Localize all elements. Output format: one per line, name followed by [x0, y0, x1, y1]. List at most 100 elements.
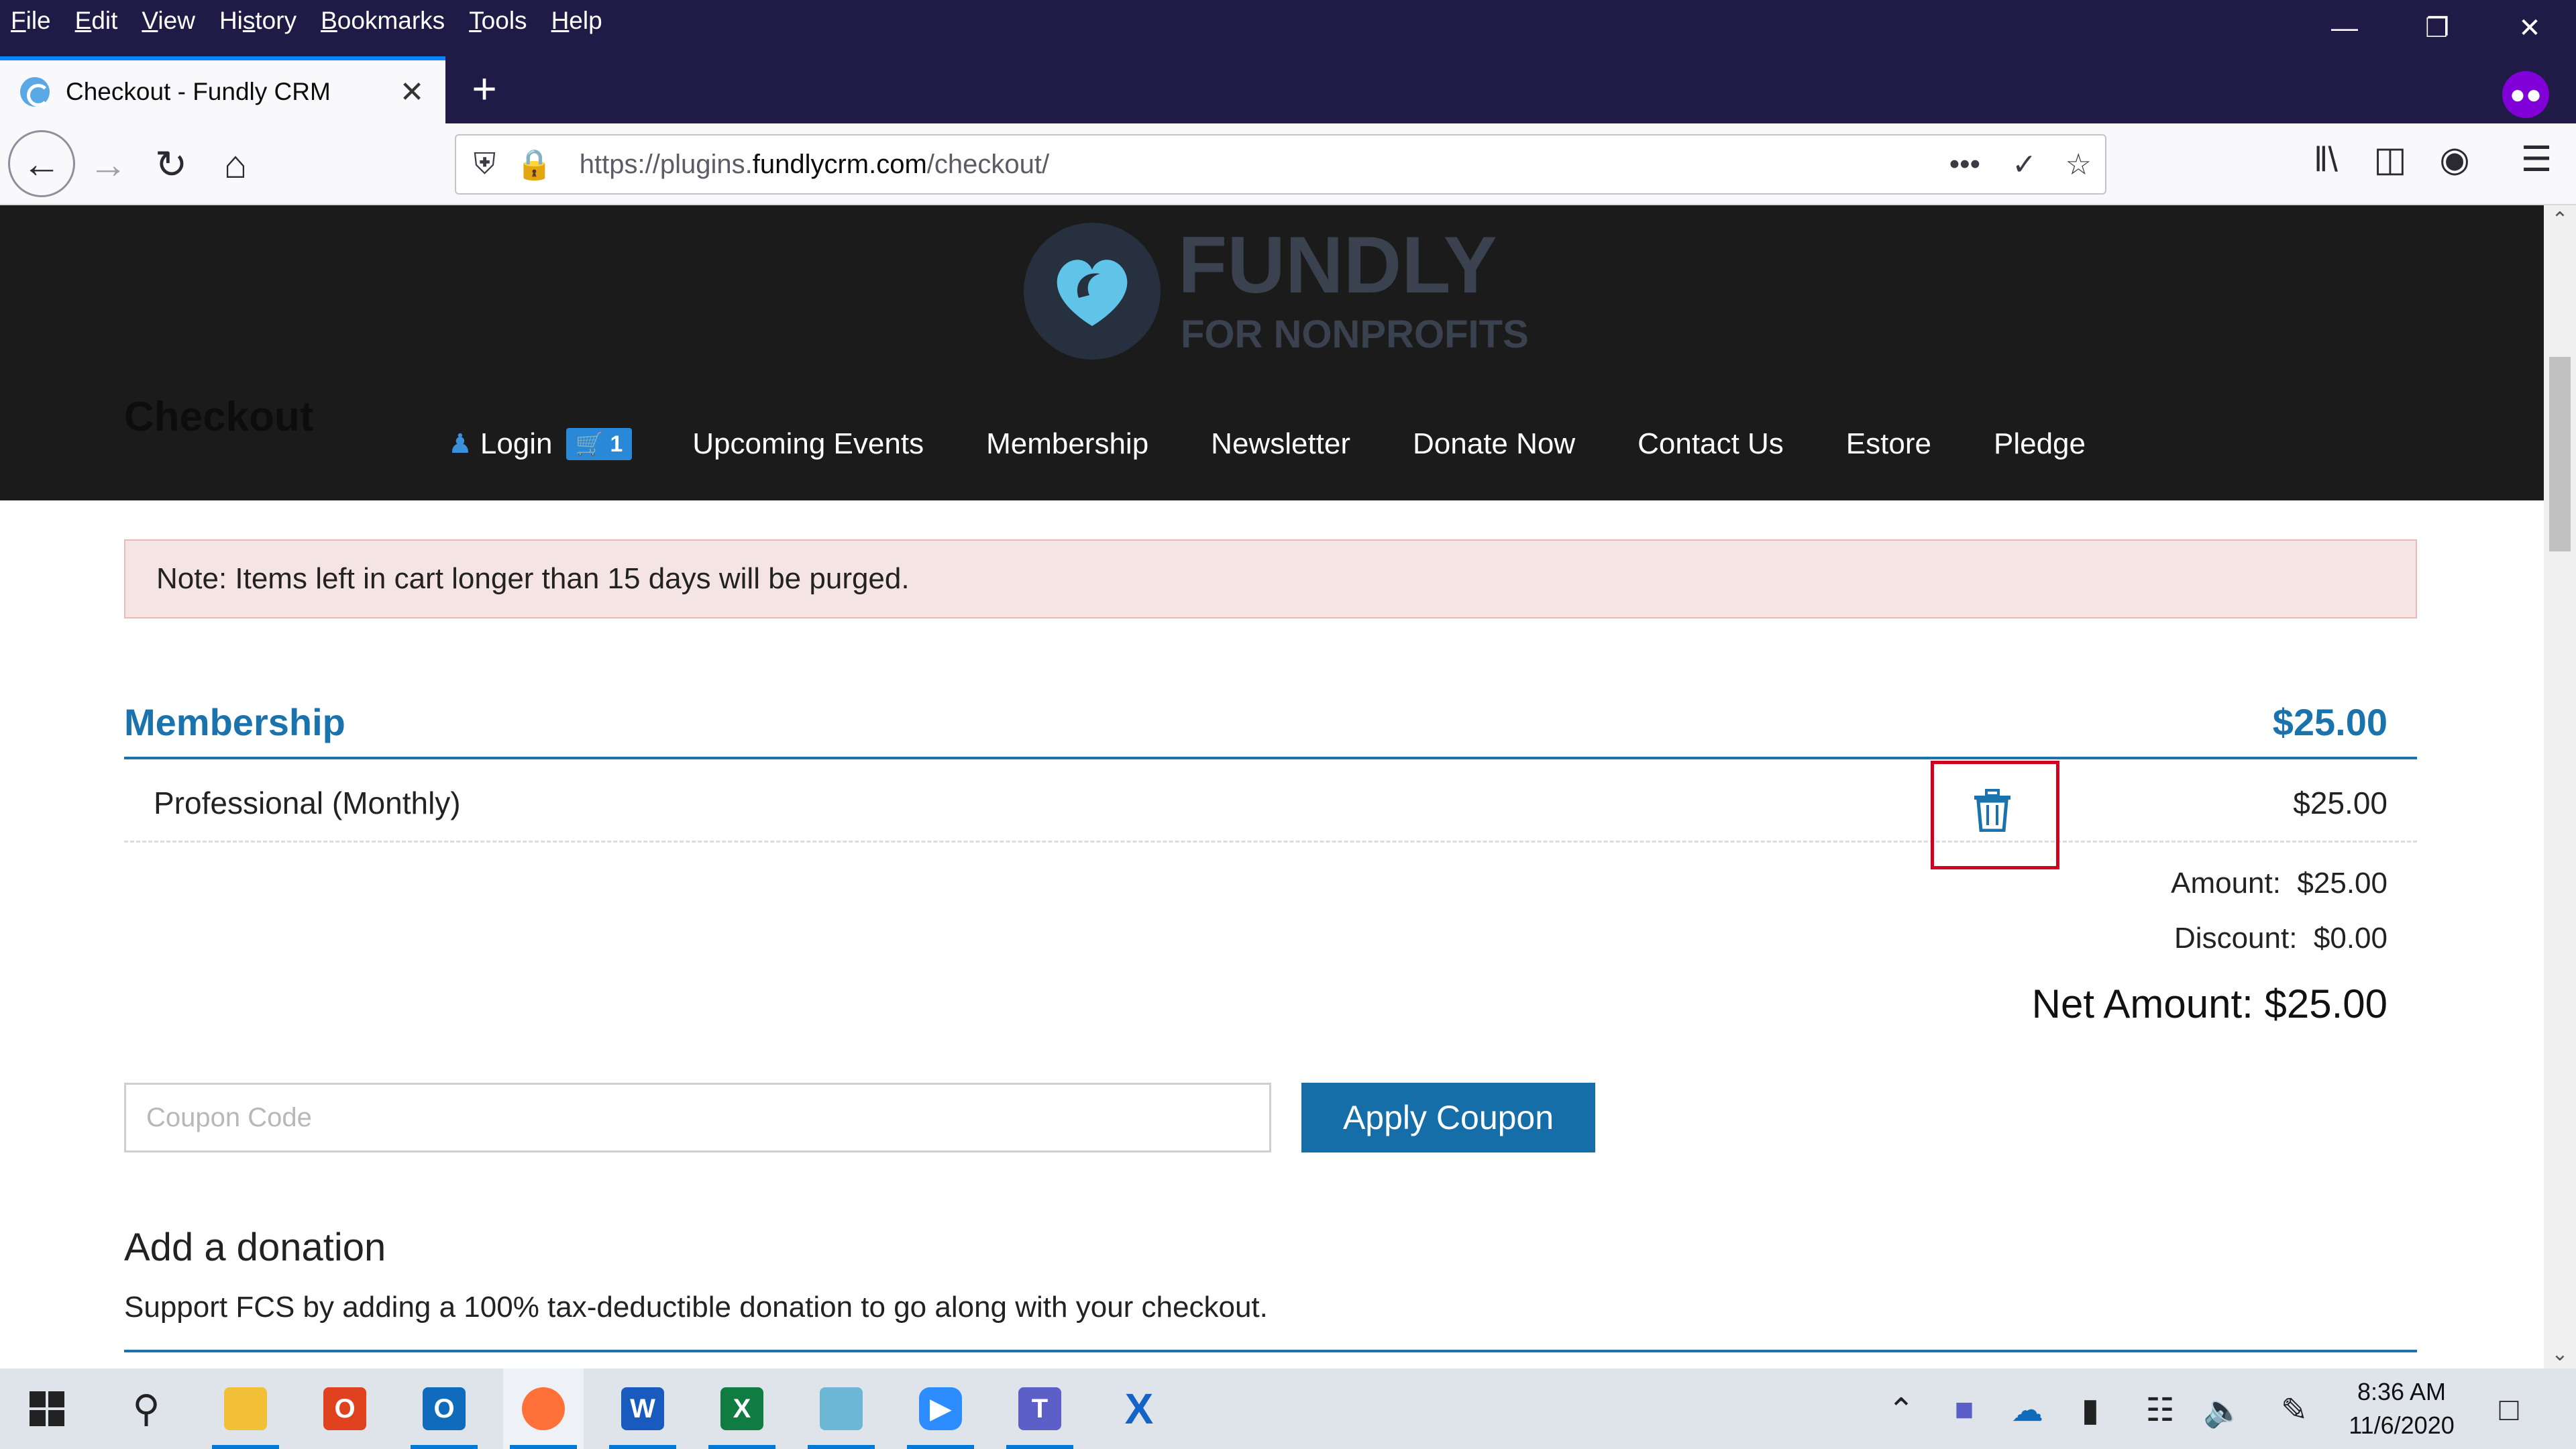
page-scrollbar[interactable]: ⌃ ⌄ — [2544, 205, 2576, 1368]
forward-button[interactable]: → — [78, 134, 138, 195]
membership-section-total: $25.00 — [2272, 701, 2387, 743]
taskbar-snip[interactable] — [801, 1368, 881, 1449]
scroll-down-icon[interactable]: ⌄ — [2544, 1342, 2576, 1366]
excel-icon: X — [720, 1387, 763, 1430]
logo-main-text: FUNDLY — [1178, 220, 1497, 310]
search-icon: ⚲ — [132, 1387, 160, 1430]
clock-date[interactable]: 11/6/2020 — [2341, 1411, 2462, 1440]
shield-icon[interactable]: ⛨ — [474, 148, 496, 181]
search-button[interactable]: ⚲ — [106, 1368, 186, 1449]
folder-icon — [224, 1387, 267, 1430]
taskbar-app-x[interactable]: X — [1099, 1368, 1179, 1449]
clock-time[interactable]: 8:36 AM — [2348, 1378, 2455, 1406]
menu-tools[interactable]: Tools — [469, 7, 527, 35]
taskbar-zoom[interactable]: ▶ — [900, 1368, 981, 1449]
section-divider — [124, 1350, 2417, 1352]
donation-title: Add a donation — [124, 1226, 386, 1269]
volume-icon[interactable]: 🔈 — [2203, 1391, 2243, 1430]
taskbar-teams[interactable]: T — [1000, 1368, 1080, 1449]
reload-button[interactable]: ↻ — [141, 134, 201, 195]
cart-count: 1 — [610, 431, 623, 457]
tab-title: Checkout - Fundly CRM — [66, 78, 331, 105]
user-icon: ♟ — [448, 429, 472, 459]
close-window-button[interactable]: ✕ — [2483, 0, 2576, 56]
teams-tray-icon[interactable]: ■ — [1944, 1391, 1984, 1428]
scroll-thumb[interactable] — [2549, 357, 2571, 551]
menu-history[interactable]: History — [219, 7, 297, 35]
site-header: FUNDLY FOR NONPROFITS Checkout ♟ Login 🛒… — [0, 205, 2544, 500]
logo-sub-text: FOR NONPROFITS — [1181, 313, 1529, 356]
restore-button[interactable]: ❐ — [2391, 0, 2483, 56]
office-icon: O — [323, 1387, 366, 1430]
menu-bar: File Edit View History Bookmarks Tools H… — [0, 0, 627, 42]
battery-icon[interactable]: ▮ — [2070, 1391, 2110, 1429]
library-icon[interactable]: ‖\ — [2302, 140, 2349, 180]
hamburger-menu-icon[interactable]: ☰ — [2513, 140, 2560, 180]
scroll-up-icon[interactable]: ⌃ — [2544, 208, 2576, 231]
start-button[interactable] — [7, 1368, 87, 1449]
url-bar[interactable]: ⛨ 🔒 https://plugins.fundlycrm.com/checko… — [455, 134, 2106, 195]
nav-newsletter[interactable]: Newsletter — [1211, 427, 1350, 461]
taskbar-word[interactable]: W — [602, 1368, 683, 1449]
page-actions-icon[interactable]: ••• — [1949, 148, 1980, 181]
trash-icon[interactable] — [1973, 789, 2012, 832]
apply-coupon-button[interactable]: Apply Coupon — [1301, 1083, 1595, 1152]
page-title: Checkout — [124, 394, 314, 440]
account-icon[interactable]: ◉ — [2431, 140, 2478, 180]
login-link[interactable]: ♟ Login 🛒 1 — [448, 427, 633, 461]
browser-titlebar: File Edit View History Bookmarks Tools H… — [0, 0, 2576, 123]
minimize-button[interactable]: — — [2298, 0, 2391, 56]
wifi-icon[interactable]: ☷ — [2140, 1391, 2180, 1429]
login-label: Login — [480, 427, 553, 460]
discount-row: Discount: $0.00 — [2174, 922, 2387, 955]
pocket-icon[interactable]: ✓ — [2012, 148, 2037, 182]
membership-section-title: Membership — [124, 701, 345, 743]
nav-estore[interactable]: Estore — [1846, 427, 1931, 461]
net-amount-value: $25.00 — [2264, 981, 2387, 1026]
cart-notice: Note: Items left in cart longer than 15 … — [124, 539, 2417, 619]
tab-strip: Checkout - Fundly CRM ✕ + ●● — [0, 56, 2576, 123]
taskbar-file-explorer[interactable] — [205, 1368, 286, 1449]
home-button[interactable]: ⌂ — [205, 134, 266, 195]
taskbar-outlook[interactable]: O — [404, 1368, 484, 1449]
taskbar-firefox[interactable] — [503, 1368, 584, 1449]
url-text[interactable]: https://plugins.fundlycrm.com/checkout/ — [580, 150, 1049, 180]
pen-icon[interactable]: ✎ — [2274, 1391, 2314, 1429]
nav-pledge[interactable]: Pledge — [1994, 427, 2086, 461]
notifications-icon[interactable]: □ — [2489, 1391, 2529, 1428]
outlook-icon: O — [423, 1387, 466, 1430]
taskbar-excel[interactable]: X — [702, 1368, 782, 1449]
zoom-icon: ▶ — [919, 1387, 962, 1430]
nav-upcoming-events[interactable]: Upcoming Events — [692, 427, 924, 461]
snipping-tool-icon — [820, 1387, 863, 1430]
x-app-icon: X — [1124, 1385, 1154, 1433]
page-viewport: FUNDLY FOR NONPROFITS Checkout ♟ Login 🛒… — [0, 205, 2544, 1368]
cart-item-price: $25.00 — [2293, 786, 2387, 820]
menu-view[interactable]: View — [142, 7, 195, 35]
cart-icon: 🛒 — [575, 431, 604, 457]
nav-contact-us[interactable]: Contact Us — [1638, 427, 1784, 461]
new-tab-button[interactable]: + — [463, 67, 506, 111]
lock-icon[interactable]: 🔒 — [516, 147, 553, 182]
cart-button[interactable]: 🛒 1 — [566, 428, 633, 460]
nav-membership[interactable]: Membership — [986, 427, 1148, 461]
menu-help[interactable]: Help — [551, 7, 602, 35]
menu-file[interactable]: File — [11, 7, 51, 35]
sidebar-icon[interactable]: ◫ — [2367, 140, 2414, 180]
onedrive-icon[interactable]: ☁ — [2007, 1391, 2047, 1429]
taskbar-office[interactable]: O — [305, 1368, 385, 1449]
discount-value: $0.00 — [2313, 922, 2387, 955]
cart-item-name: Professional (Monthly) — [154, 786, 461, 820]
nav-donate-now[interactable]: Donate Now — [1413, 427, 1575, 461]
amount-row: Amount: $25.00 — [2171, 867, 2387, 900]
bookmark-star-icon[interactable]: ☆ — [2065, 148, 2092, 182]
tab-checkout[interactable]: Checkout - Fundly CRM ✕ — [0, 56, 445, 123]
back-button[interactable]: ← — [8, 130, 75, 197]
coupon-code-input[interactable] — [124, 1083, 1271, 1152]
menu-edit[interactable]: Edit — [75, 7, 118, 35]
fundly-favicon-icon — [20, 77, 50, 107]
show-hidden-icons-icon[interactable]: ⌃ — [1881, 1391, 1921, 1429]
windows-logo-icon — [30, 1391, 64, 1426]
menu-bookmarks[interactable]: Bookmarks — [321, 7, 445, 35]
tab-close-icon[interactable]: ✕ — [392, 75, 432, 109]
